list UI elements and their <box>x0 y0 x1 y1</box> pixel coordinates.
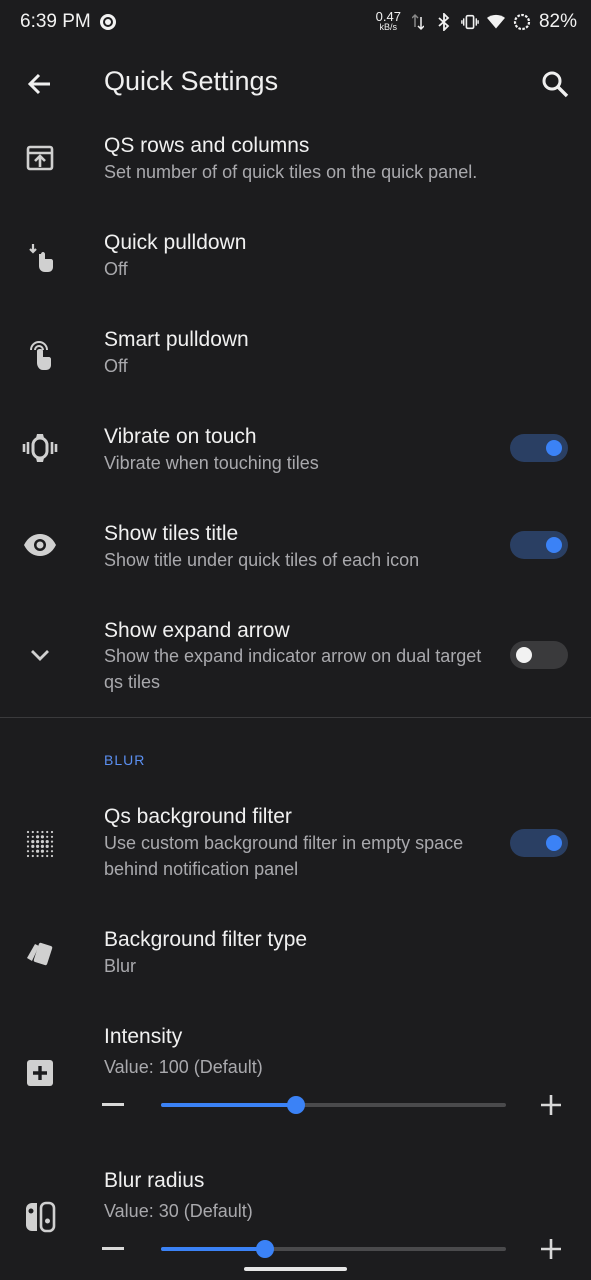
setting-title: Background filter type <box>104 928 308 951</box>
data-transfer-icon <box>409 13 427 31</box>
setting-summary: Show the expand indicator arrow on dual … <box>104 646 482 692</box>
blur-radius-slider[interactable] <box>100 1234 570 1264</box>
switch-icon <box>20 1197 60 1237</box>
slider-track[interactable] <box>161 1240 506 1258</box>
setting-background-filter-type[interactable]: Background filter type Blur <box>0 920 591 1016</box>
setting-title: Quick pulldown <box>104 231 247 254</box>
touch-gesture-icon <box>20 335 60 375</box>
plus-icon[interactable] <box>540 1238 562 1260</box>
battery-saver-icon <box>513 13 531 31</box>
search-icon[interactable] <box>539 68 571 100</box>
setting-title: Show tiles title <box>104 522 239 545</box>
slider-value: Value: 100 (Default) <box>104 1057 263 1077</box>
toggle-knob <box>546 835 562 851</box>
setting-summary: Blur <box>104 956 137 976</box>
top-app-bar: Quick Settings <box>0 44 591 124</box>
page-title: Quick Settings <box>104 66 279 96</box>
slider-track[interactable] <box>161 1096 506 1114</box>
setting-vibrate-on-touch[interactable]: Vibrate on touch Vibrate when touching t… <box>0 415 591 511</box>
toggle-knob <box>546 537 562 553</box>
qs-background-filter-toggle[interactable] <box>510 829 568 857</box>
setting-title: QS rows and columns <box>104 134 310 157</box>
minus-icon[interactable] <box>102 1103 124 1106</box>
status-time: 6:39 PM <box>20 11 91 32</box>
dots-grid-icon <box>20 824 60 864</box>
eye-icon <box>20 525 60 565</box>
battery-percent: 82% <box>538 11 577 32</box>
status-bar: 6:39 PM 0.47 kB/s 82% <box>0 0 591 44</box>
qs-rows-icon <box>20 138 60 178</box>
toggle-knob <box>546 440 562 456</box>
slider-title: Blur radius <box>104 1169 205 1192</box>
setting-show-tiles-title[interactable]: Show tiles title Show title under quick … <box>0 512 591 608</box>
setting-intensity: Intensity Value: 100 (Default) <box>0 1016 591 1146</box>
setting-title: Qs background filter <box>104 805 292 828</box>
setting-summary: Set number of of quick tiles on the quic… <box>104 162 478 182</box>
show-tiles-title-toggle[interactable] <box>510 531 568 559</box>
setting-show-expand-arrow[interactable]: Show expand arrow Show the expand indica… <box>0 609 591 717</box>
vibrate-toggle[interactable] <box>510 434 568 462</box>
setting-summary: Off <box>104 356 128 376</box>
slider-thumb[interactable] <box>286 1096 305 1114</box>
cards-icon <box>20 933 60 973</box>
touch-down-icon <box>20 238 60 278</box>
slider-fill <box>161 1247 265 1251</box>
setting-title: Vibrate on touch <box>104 425 257 448</box>
slider-title: Intensity <box>104 1025 183 1048</box>
setting-summary: Show title under quick tiles of each ico… <box>104 550 420 570</box>
chevron-down-icon <box>20 635 60 675</box>
arrow-back-icon[interactable] <box>24 68 56 100</box>
vibrate-icon <box>20 428 60 468</box>
add-box-icon <box>20 1053 60 1093</box>
setting-summary: Use custom background filter in empty sp… <box>104 833 464 879</box>
slider-value: Value: 30 (Default) <box>104 1201 253 1221</box>
setting-blur-radius: Blur radius Value: 30 (Default) <box>0 1160 591 1280</box>
gesture-nav-bar[interactable] <box>244 1267 347 1271</box>
net-speed: 0.47 kB/s <box>375 9 401 33</box>
record-icon <box>99 13 117 31</box>
section-header-blur: BLUR <box>104 752 146 768</box>
setting-smart-pulldown[interactable]: Smart pulldown Off <box>0 318 591 414</box>
setting-summary: Vibrate when touching tiles <box>104 453 319 473</box>
intensity-slider[interactable] <box>100 1090 570 1120</box>
slider-fill <box>161 1103 296 1107</box>
setting-summary: Off <box>104 259 128 279</box>
minus-icon[interactable] <box>102 1247 124 1250</box>
setting-title: Show expand arrow <box>104 619 290 642</box>
setting-qs-rows-columns[interactable]: QS rows and columns Set number of of qui… <box>0 124 591 220</box>
slider-thumb[interactable] <box>255 1240 274 1258</box>
toggle-knob <box>516 647 532 663</box>
setting-title: Smart pulldown <box>104 328 249 351</box>
plus-icon[interactable] <box>540 1094 562 1116</box>
net-speed-value: 0.47 <box>375 9 401 24</box>
bluetooth-icon <box>435 13 453 31</box>
show-expand-arrow-toggle[interactable] <box>510 641 568 669</box>
setting-qs-background-filter[interactable]: Qs background filter Use custom backgrou… <box>0 797 591 893</box>
vibrate-status-icon <box>461 13 479 31</box>
wifi-icon <box>486 13 505 31</box>
section-divider <box>0 717 591 718</box>
setting-quick-pulldown[interactable]: Quick pulldown Off <box>0 221 591 317</box>
